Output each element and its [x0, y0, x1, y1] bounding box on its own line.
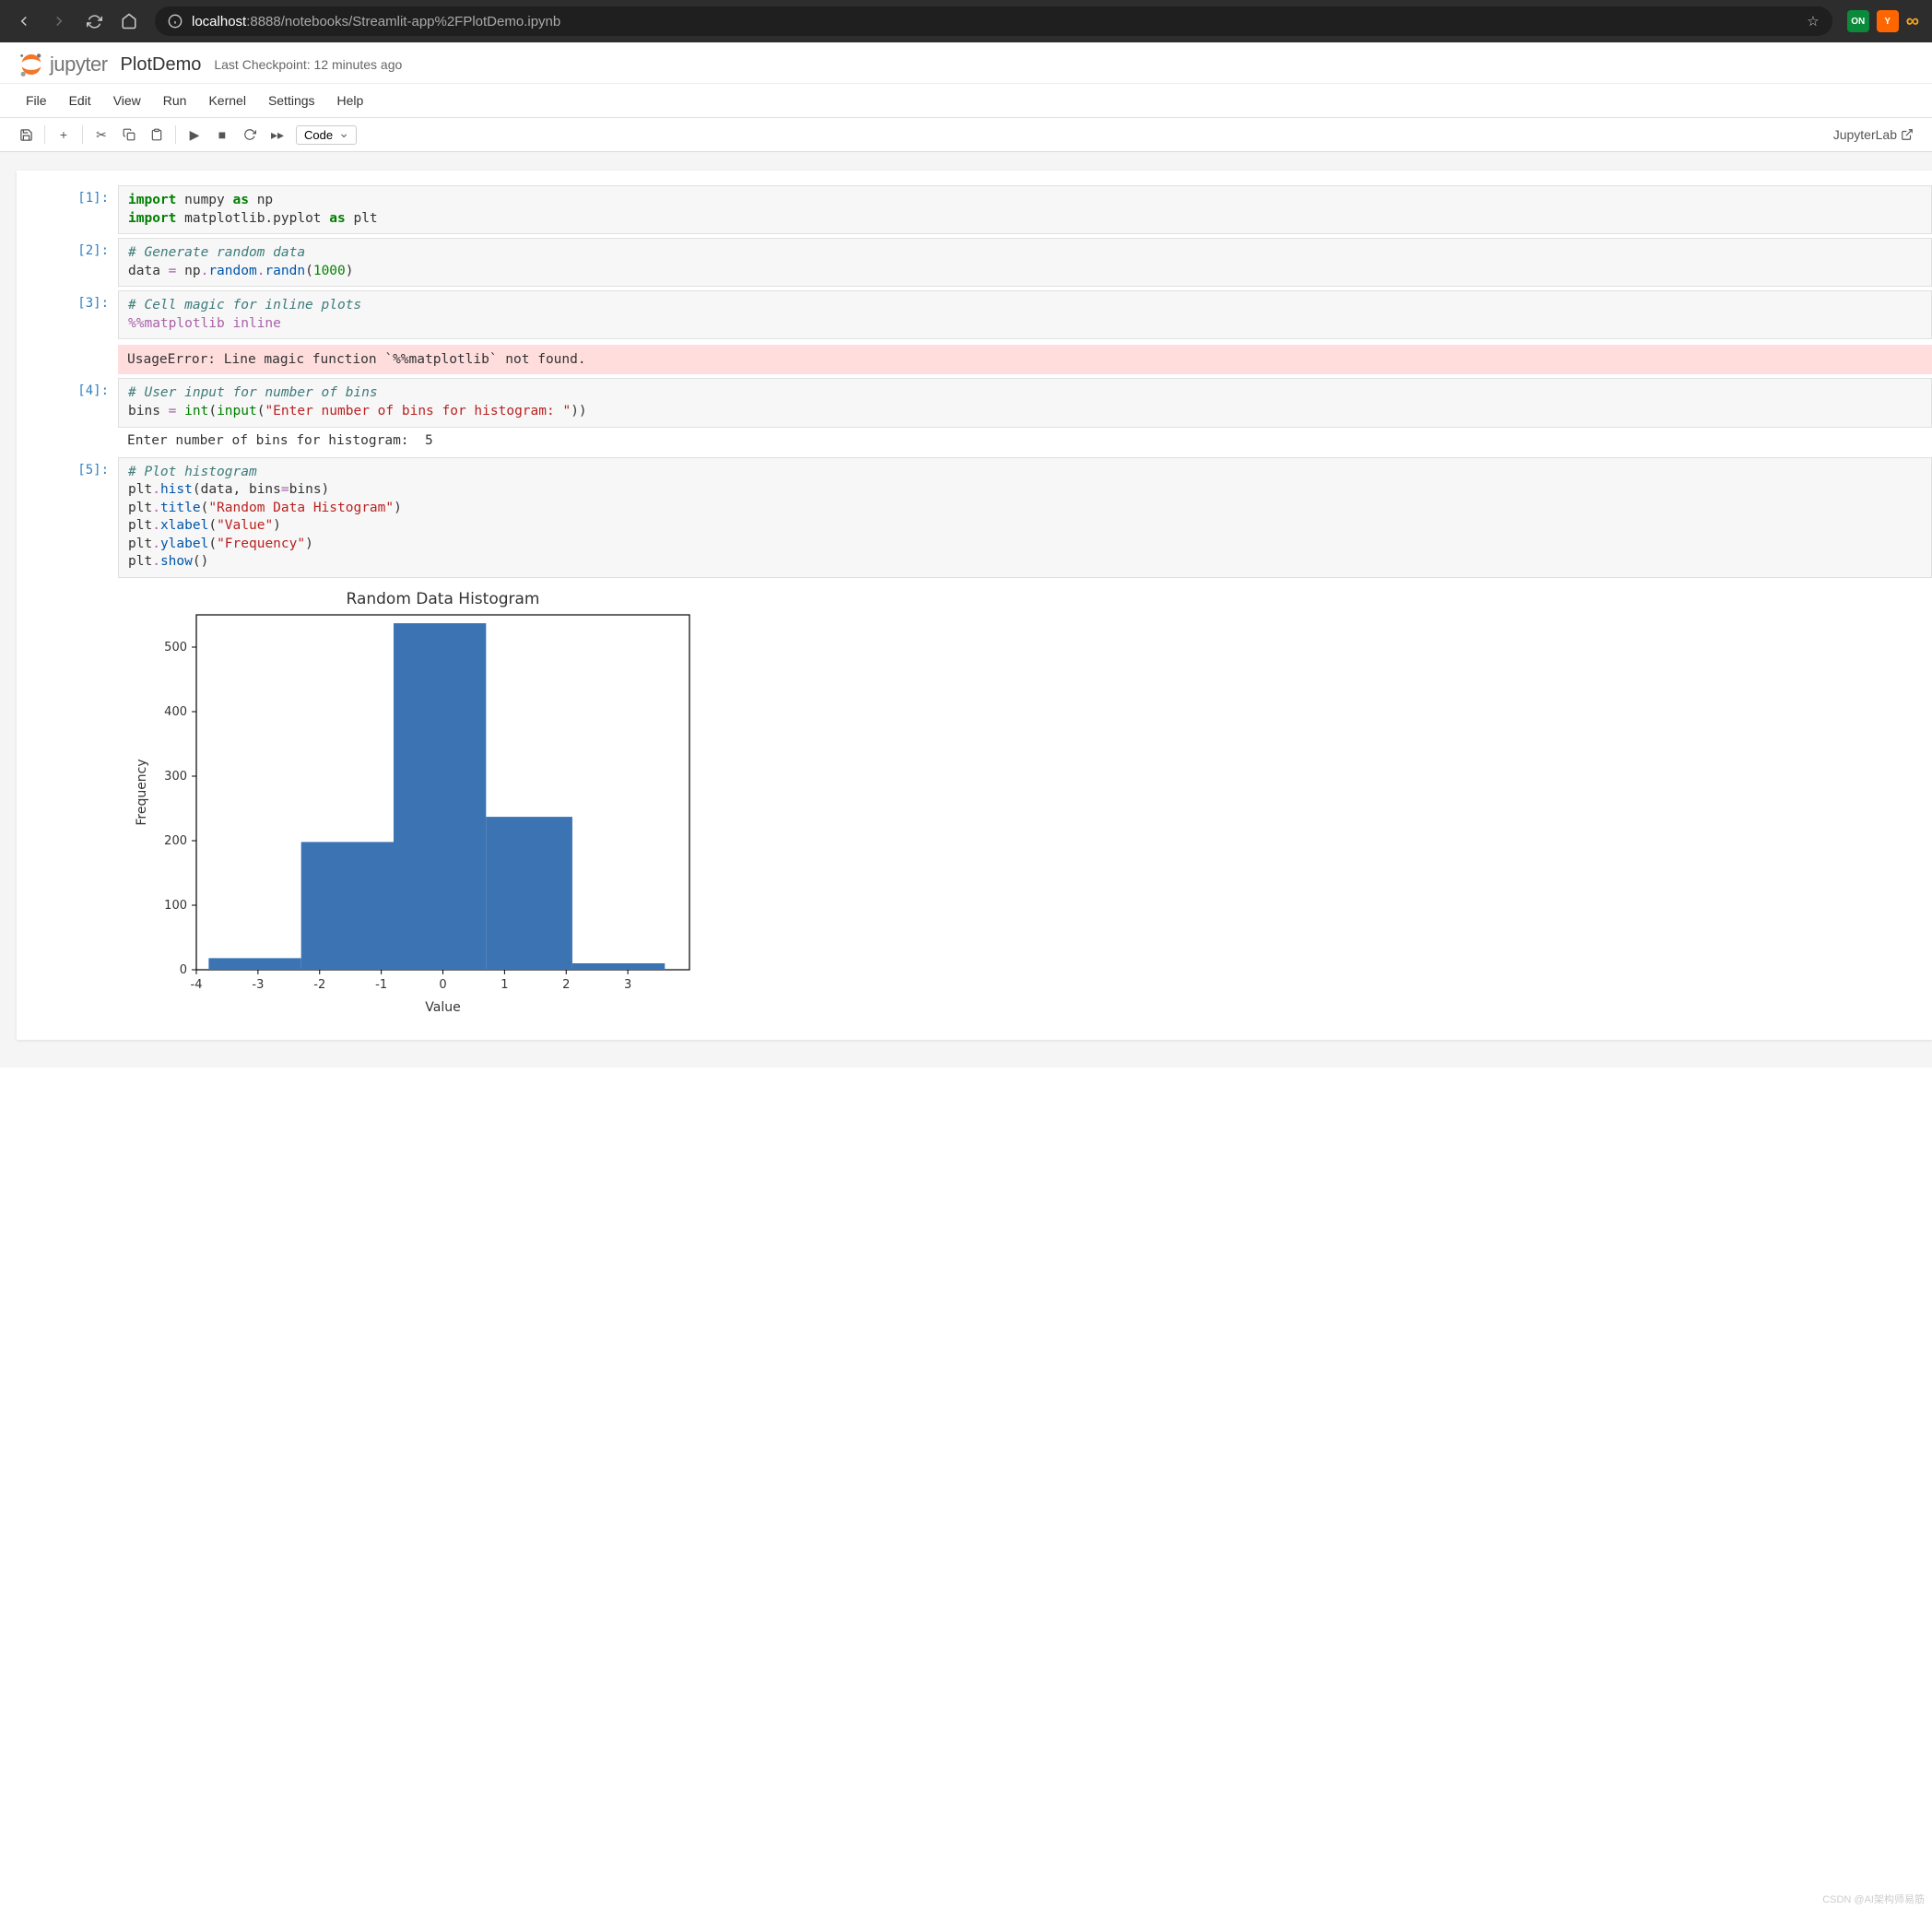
svg-text:3: 3: [624, 978, 631, 992]
svg-text:2: 2: [562, 978, 570, 992]
jupyterlab-link[interactable]: JupyterLab: [1833, 127, 1919, 142]
svg-text:0: 0: [439, 978, 446, 992]
svg-text:0: 0: [180, 963, 187, 977]
save-button[interactable]: [13, 122, 39, 147]
back-button[interactable]: [7, 5, 41, 38]
jupyter-logo[interactable]: jupyter: [18, 52, 108, 77]
svg-text:-4: -4: [191, 978, 203, 992]
menu-view[interactable]: View: [102, 89, 152, 112]
cell-prompt: [2]:: [17, 238, 118, 287]
cut-button[interactable]: ✂: [88, 122, 114, 147]
cell-prompt: [5]:: [17, 457, 118, 1025]
extension-infinity-icon[interactable]: ∞: [1906, 11, 1919, 32]
cell-prompt: [4]:: [17, 378, 118, 453]
menu-bar: File Edit View Run Kernel Settings Help: [0, 84, 1932, 118]
cell-1[interactable]: [1]: import numpy as np import matplotli…: [17, 183, 1932, 236]
url-bar[interactable]: localhost:8888/notebooks/Streamlit-app%2…: [155, 6, 1832, 36]
notebook-area: [1]: import numpy as np import matplotli…: [0, 152, 1932, 1067]
jupyterlab-label: JupyterLab: [1833, 127, 1897, 142]
svg-text:-2: -2: [313, 978, 325, 992]
url-text: localhost:8888/notebooks/Streamlit-app%2…: [192, 14, 560, 29]
histogram-chart: Random Data Histogram -4 -3 -2 -1 0 1 2 3 0 100 200…: [127, 587, 699, 1020]
code-input[interactable]: # User input for number of bins bins = i…: [118, 378, 1932, 427]
cell-5[interactable]: [5]: # Plot histogram plt.hist(data, bin…: [17, 455, 1932, 1027]
restart-run-all-button[interactable]: ▸▸: [265, 122, 290, 147]
code-input[interactable]: # Generate random data data = np.random.…: [118, 238, 1932, 287]
svg-text:Random Data Histogram: Random Data Histogram: [347, 590, 540, 608]
chart-output: Random Data Histogram -4 -3 -2 -1 0 1 2 3 0 100 200…: [118, 578, 1932, 1025]
cell-4[interactable]: [4]: # User input for number of bins bin…: [17, 376, 1932, 454]
svg-text:Frequency: Frequency: [135, 759, 149, 825]
jupyter-icon: [18, 52, 44, 77]
code-input[interactable]: import numpy as np import matplotlib.pyp…: [118, 185, 1932, 234]
home-button[interactable]: [112, 5, 146, 38]
jupyter-header: jupyter PlotDemo Last Checkpoint: 12 min…: [0, 42, 1932, 84]
add-cell-button[interactable]: +: [51, 122, 77, 147]
extension-on-icon[interactable]: ON: [1847, 10, 1869, 32]
svg-text:-1: -1: [375, 978, 387, 992]
error-output: UsageError: Line magic function `%%matpl…: [118, 345, 1932, 374]
cell-prompt: [1]:: [17, 185, 118, 234]
svg-text:300: 300: [164, 770, 187, 784]
menu-run[interactable]: Run: [152, 89, 198, 112]
copy-button[interactable]: [116, 122, 142, 147]
forward-button[interactable]: [42, 5, 76, 38]
cell-3[interactable]: [3]: # Cell magic for inline plots %%mat…: [17, 289, 1932, 376]
checkpoint-text: Last Checkpoint: 12 minutes ago: [214, 57, 402, 72]
jupyter-brand: jupyter: [50, 53, 108, 77]
toolbar: + ✂ ▶ ■ ▸▸ Code JupyterLab: [0, 118, 1932, 152]
menu-help[interactable]: Help: [326, 89, 375, 112]
notebook-content: [1]: import numpy as np import matplotli…: [17, 171, 1932, 1040]
menu-edit[interactable]: Edit: [58, 89, 102, 112]
svg-text:400: 400: [164, 705, 187, 719]
cell-prompt: [3]:: [17, 290, 118, 374]
run-button[interactable]: ▶: [182, 122, 207, 147]
menu-settings[interactable]: Settings: [257, 89, 326, 112]
svg-text:500: 500: [164, 641, 187, 654]
watermark: CSDN @AI架构师易筋: [1822, 1892, 1925, 1906]
code-input[interactable]: # Plot histogram plt.hist(data, bins=bin…: [118, 457, 1932, 578]
svg-text:200: 200: [164, 834, 187, 848]
bookmark-icon[interactable]: ☆: [1807, 13, 1819, 29]
menu-kernel[interactable]: Kernel: [197, 89, 256, 112]
external-link-icon: [1901, 128, 1914, 141]
svg-text:Value: Value: [425, 1000, 460, 1015]
extension-y-icon[interactable]: Y: [1877, 10, 1899, 32]
svg-text:100: 100: [164, 899, 187, 913]
info-icon: [168, 14, 183, 29]
paste-button[interactable]: [144, 122, 170, 147]
reload-button[interactable]: [77, 5, 111, 38]
menu-file[interactable]: File: [15, 89, 58, 112]
stop-button[interactable]: ■: [209, 122, 235, 147]
browser-extensions: ON Y ∞: [1842, 10, 1925, 32]
cell-2[interactable]: [2]: # Generate random data data = np.ra…: [17, 236, 1932, 289]
svg-text:1: 1: [501, 978, 508, 992]
restart-button[interactable]: [237, 122, 263, 147]
svg-text:-3: -3: [252, 978, 264, 992]
browser-toolbar: localhost:8888/notebooks/Streamlit-app%2…: [0, 0, 1932, 42]
code-input[interactable]: # Cell magic for inline plots %%matplotl…: [118, 290, 1932, 339]
notebook-title[interactable]: PlotDemo: [121, 54, 202, 76]
stdout-output: Enter number of bins for histogram: 5: [118, 428, 1932, 454]
celltype-select[interactable]: Code: [296, 125, 357, 145]
